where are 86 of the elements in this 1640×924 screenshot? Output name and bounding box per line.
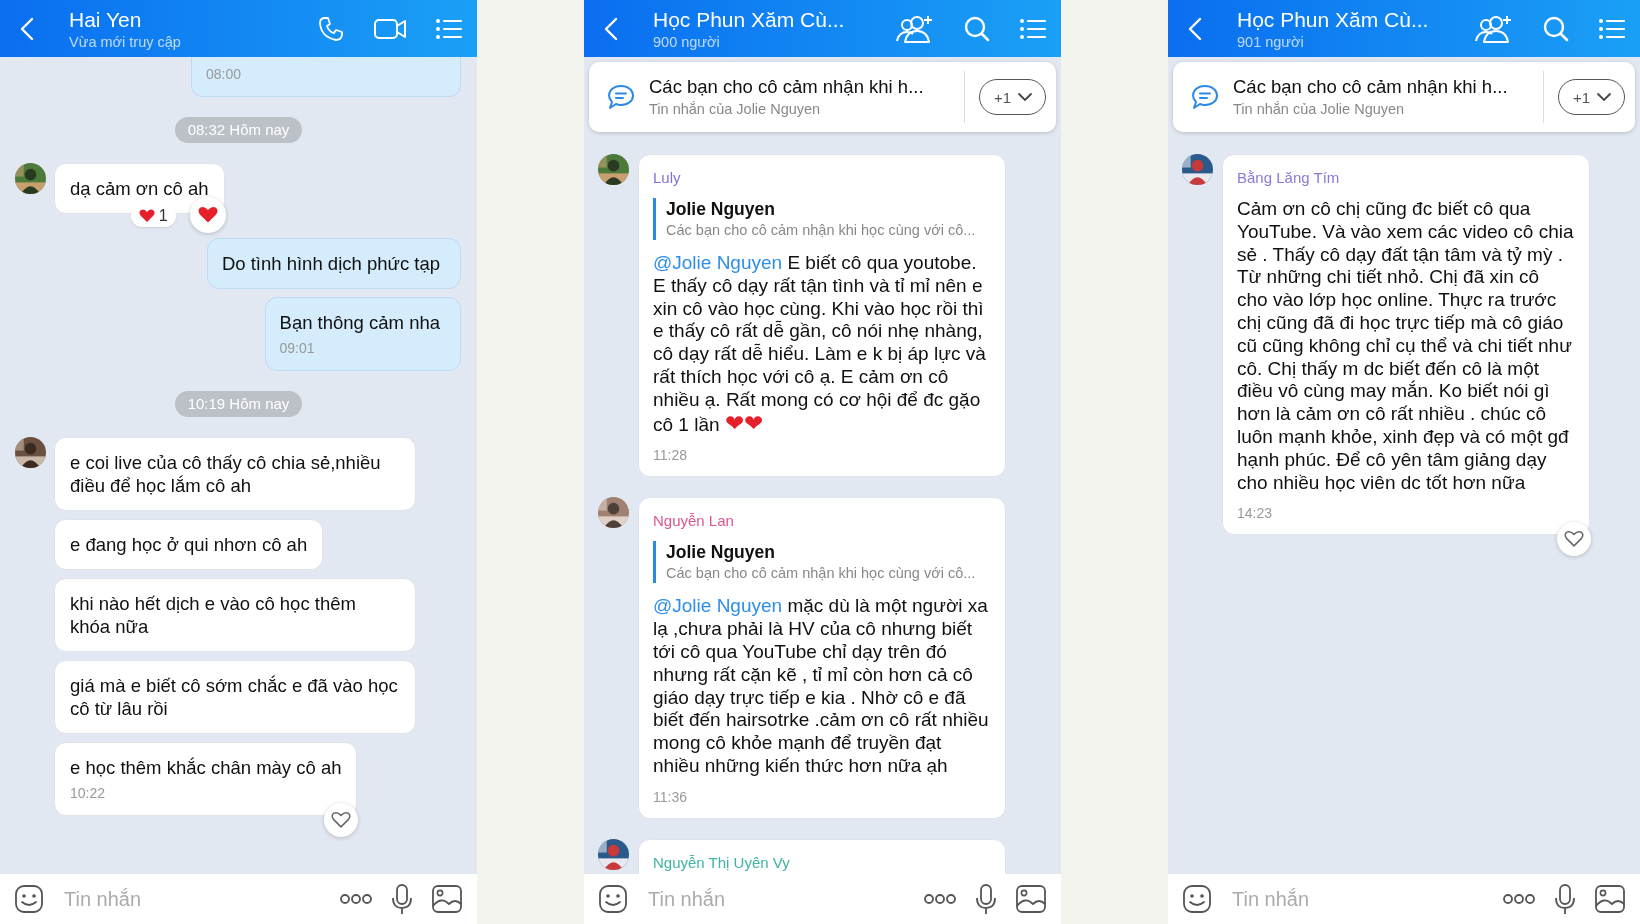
message-time: 08:00 [206,65,243,83]
quoted-text: Các bạn cho cô cảm nhận khi học cùng với cô... [666,221,977,240]
pinned-message-text: Các bạn cho cô cảm nhận khi h... [649,75,925,99]
image-icon[interactable] [431,884,463,914]
pinned-message-author: Tin nhắn của Jolie Nguyen [649,100,822,119]
microphone-icon[interactable] [975,883,997,915]
quoted-author: Jolie Nguyen [666,198,776,220]
add-people-icon[interactable] [895,13,935,44]
heart-icon [1564,530,1584,549]
message-text: Cảm ơn cô chị cũng đc biết cô qua YouTube. Và vào xem các video cô chia sẻ . Thấy cô dạy đất tận tâm và tỷ mỳ . Từ những chi tiết nhỏ. Chị đã xin cô cho vào lớp học online. Thực ra trước chị cũng đã đi học trực tiếp mà cô giáo cũ cũng không chỉ cụ thể và chi tiết như cô. Chị thấy m dc biết đến cô là một điều vô cùng may mắn. Ko biết nói gì hơn là cảm ơn cô rất nhiều . chúc cô luôn mạnh khỏe, xinh đẹp và có một gđ hạnh phúc. Để cô yên tâm giảng dạy cho nhiều học viên dc tốt hơn nữa [1237,198,1575,495]
message-text: Do tình hình dịch phức tạp [221,252,440,275]
microphone-icon[interactable] [1554,883,1576,915]
pinned-message-text: Các bạn cho cô cảm nhận khi h... [1233,75,1509,99]
more-icon[interactable] [923,893,957,905]
sender-name: Nguyễn Thị Uyên Vy [653,852,791,873]
more-pinned-button[interactable]: +1 [978,79,1046,115]
sticker-icon[interactable] [14,884,44,914]
message-composer[interactable]: Tin nhắn [584,874,1061,924]
heart-icon [138,209,155,223]
back-icon [1188,16,1202,41]
message-time: 11:28 [653,446,688,465]
heart-icon [197,206,218,224]
search-icon[interactable] [1542,14,1570,43]
like-button[interactable] [324,803,359,837]
message-text: e học thêm khắc chân mày cô ah [70,756,342,779]
chevron-down-icon [1596,92,1612,102]
message-time: 14:23 [1237,504,1274,523]
chat-title: Học Phun Xăm Cù... [1237,6,1430,33]
pinned-message-author: Tin nhắn của Jolie Nguyen [1233,100,1406,119]
menu-icon[interactable] [435,16,463,41]
chat-title: Học Phun Xăm Cù... [653,6,846,33]
mention-link[interactable]: @Jolie Nguyen [653,252,783,273]
message-text: giá mà e biết cô sớm chắc e đã vào học cô từ lâu rồi [70,674,399,720]
image-icon[interactable] [1015,884,1047,914]
message-text: @Jolie Nguyen mặc dù là một người xa lạ ,chưa phải là HV của cô nhưng biết tới cô qua YouTube chỉ dạy trên đó nhưng rất cặn kẽ , tỉ mỉ còn hơn cả cô giáo dạy trực tiếp e kia . Nhờ cô e đã biết đến hairsotrke .cảm ơn cô rất nhiều mong cô khỏe mạnh để truyền đạt nhiều những kiến thức hơn nữa ạh [653,595,990,778]
message-text: @Jolie Nguyen E biết cô qua youtobe. E thấy cô dạy rất tận tình và tỉ mỉ nên e xin cô vào học cùng. Khi vào học rồi thì e thấy cô rất dễ gần, cô nói nhẹ nhàng, cô dạy rất dễ hiểu. Làm e k bị áp lực và rất thích học với cô ạ. E cảm ơn cô nhiều ạ. Rất mong có cơ hội để đc gặo cô 1 lần ❤❤ [653,252,987,437]
menu-icon[interactable] [1019,16,1047,41]
message-time: 10:22 [70,784,107,802]
more-pinned-button[interactable]: +1 [1557,79,1625,115]
chat-title: Hai Yen [69,6,143,33]
heart-icon [331,811,352,829]
chat-bubble-icon [1191,84,1219,110]
quoted-message[interactable]: Jolie Nguyen Các bạn cho cô cảm nhận khi học cùng với cô... [653,541,991,584]
sender-name: Nguyễn Lan [653,511,735,532]
message-time: 11:36 [653,787,688,806]
chat-subtitle: Vừa mới truy cập [69,32,182,51]
more-icon[interactable] [339,893,373,905]
message-input[interactable]: Tin nhắn [646,886,905,912]
pinned-message-bar[interactable]: Các bạn cho cô cảm nhận khi h... Tin nhắn của Jolie Nguyen +1 [589,62,1056,132]
message-input[interactable]: Tin nhắn [1230,886,1484,912]
message-input[interactable]: Tin nhắn [62,886,321,912]
message-text: dạ cảm ơn cô ah [70,177,209,200]
message-text: e coi live của cô thấy cô chia sẻ,nhiều điều để học lắm cô ah [70,451,382,497]
sender-name: Luly [653,168,682,188]
date-divider: 10:19 Hôm nay [174,391,303,417]
phone-icon[interactable] [317,14,345,43]
reaction-count[interactable]: 1 [130,205,176,227]
more-icon[interactable] [1502,893,1536,905]
back-icon [604,16,618,41]
menu-icon[interactable] [1598,16,1626,41]
chat-bubble-icon [607,84,635,110]
back-icon [20,16,34,41]
quoted-text: Các bạn cho cô cảm nhận khi học cùng với cô... [666,564,977,584]
sender-name: Bằng Lăng Tím [1237,168,1341,188]
message-time: 09:01 [279,339,316,357]
chat-subtitle: 900 người [653,32,721,51]
date-divider: 08:32 Hôm nay [174,117,303,143]
search-icon[interactable] [963,14,991,43]
microphone-icon[interactable] [391,883,413,915]
quoted-message[interactable]: Jolie Nguyen Các bạn cho cô cảm nhận khi học cùng với cô... [653,198,991,240]
image-icon[interactable] [1594,884,1626,914]
message-text: Bạn thông cảm nha [279,311,440,334]
message-composer[interactable]: Tin nhắn [0,874,477,924]
like-button[interactable] [1557,522,1591,557]
chevron-down-icon [1017,92,1033,102]
mention-link[interactable]: @Jolie Nguyen [653,595,783,617]
message-text: e đang học ở qui nhơn cô ah [70,533,308,556]
message-composer[interactable]: Tin nhắn [1168,874,1640,924]
like-button[interactable] [189,197,226,233]
pinned-message-bar[interactable]: Các bạn cho cô cảm nhận khi h... Tin nhắn của Jolie Nguyen +1 [1173,62,1635,132]
add-people-icon[interactable] [1474,13,1514,44]
sticker-icon[interactable] [1182,884,1212,914]
chat-subtitle: 901 người [1237,32,1305,51]
quoted-author: Jolie Nguyen [666,541,776,564]
message-text: khi nào hết dịch e vào cô học thêm khóa nữa [70,592,357,638]
sticker-icon[interactable] [598,884,628,914]
